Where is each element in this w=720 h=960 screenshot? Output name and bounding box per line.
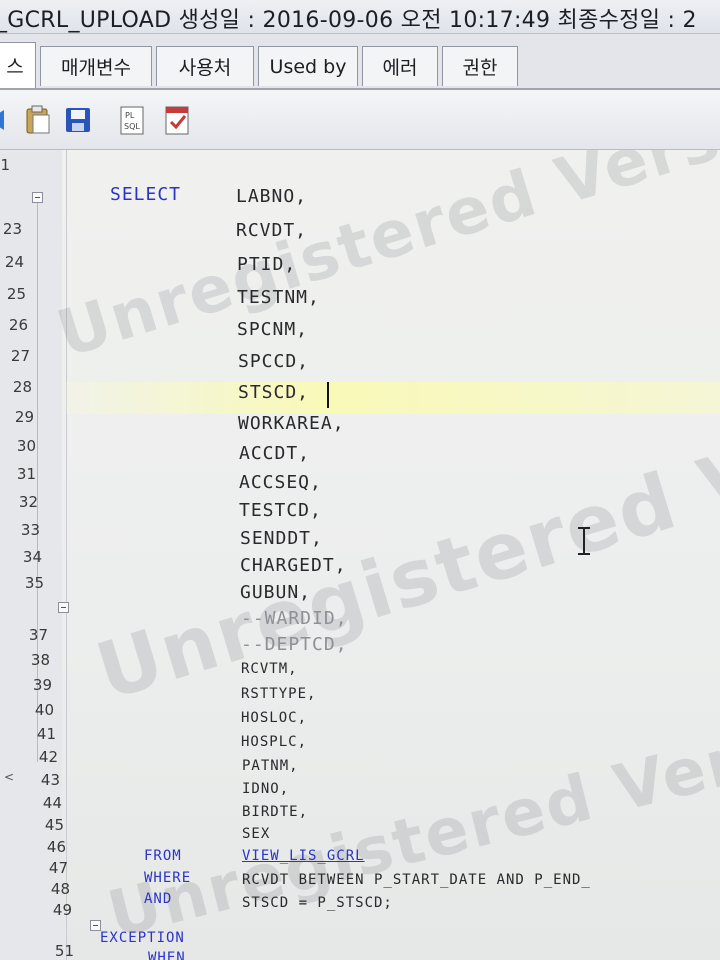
fold-toggle-icon[interactable] bbox=[58, 602, 69, 613]
code-line: VIEW_LIS_GCRL bbox=[242, 848, 365, 864]
text-caret bbox=[327, 382, 329, 408]
code-line: ACCSEQ, bbox=[239, 472, 322, 493]
comment-line: --WARDID, bbox=[241, 608, 348, 629]
tab-used-by[interactable]: Used by bbox=[258, 46, 358, 86]
line-number: 43 bbox=[40, 771, 60, 789]
code-line: SENDDT, bbox=[240, 528, 323, 549]
line-number: 44 bbox=[42, 794, 62, 812]
line-number: 32 bbox=[18, 493, 38, 511]
code-line: ACCDT, bbox=[239, 443, 311, 464]
svg-text:SQL: SQL bbox=[124, 122, 140, 131]
line-number: 23 bbox=[2, 220, 22, 238]
code-line: RSTTYPE, bbox=[241, 686, 317, 702]
window-title: _GCRL_UPLOAD 생성일 : 2016-09-06 오전 10:17:4… bbox=[0, 8, 697, 33]
code-line: PTID, bbox=[237, 254, 297, 275]
code-editor[interactable]: Unregistered Version Unregistered Versio… bbox=[0, 150, 720, 960]
code-line: TESTNM, bbox=[237, 287, 320, 308]
line-number: 24 bbox=[4, 253, 24, 271]
line-number: 37 bbox=[28, 626, 48, 644]
code-line: HOSLOC, bbox=[241, 710, 308, 726]
line-number: 41 bbox=[36, 725, 56, 743]
keyword-select: SELECT bbox=[110, 184, 182, 205]
code-line: TESTCD, bbox=[239, 500, 322, 521]
watermark: Unregistered Version bbox=[101, 686, 720, 953]
code-line: BIRDTE, bbox=[242, 804, 309, 820]
code-line: SPCCD, bbox=[238, 351, 310, 372]
fold-toggle-icon[interactable] bbox=[32, 192, 43, 203]
line-number: 29 bbox=[14, 408, 34, 426]
line-number: 31 bbox=[16, 465, 36, 483]
window-title-bar: _GCRL_UPLOAD 생성일 : 2016-09-06 오전 10:17:4… bbox=[0, 0, 720, 34]
line-number: 25 bbox=[6, 285, 26, 303]
line-number: 38 bbox=[30, 651, 50, 669]
line-number: 40 bbox=[34, 701, 54, 719]
line-number: 42 bbox=[38, 748, 58, 766]
keyword-where: WHERE bbox=[144, 870, 192, 886]
code-line: RCVDT BETWEEN P_START_DATE AND P_END_ bbox=[242, 872, 591, 888]
check-icon[interactable] bbox=[162, 104, 194, 136]
tab-errors[interactable]: 에러 bbox=[362, 46, 438, 86]
code-line: HOSPLC, bbox=[241, 734, 308, 750]
tab-privileges[interactable]: 권한 bbox=[442, 46, 518, 86]
line-number: 34 bbox=[22, 548, 42, 566]
keyword-when: WHEN bbox=[148, 950, 186, 960]
code-line: PATNM, bbox=[242, 758, 299, 774]
code-line: IDNO, bbox=[242, 781, 290, 797]
ibeam-cursor-icon bbox=[578, 527, 590, 555]
line-number: 33 bbox=[20, 521, 40, 539]
code-line: GUBUN, bbox=[240, 582, 312, 603]
line-number: 21 bbox=[0, 156, 10, 174]
gutter-divider bbox=[66, 150, 67, 960]
code-line: WORKAREA, bbox=[238, 413, 345, 434]
line-number: 35 bbox=[24, 574, 44, 592]
comment-line: --DEPTCD, bbox=[241, 634, 348, 655]
code-line: RCVDT, bbox=[236, 220, 308, 241]
code-line: STSCD, bbox=[238, 382, 310, 403]
keyword-exception: EXCEPTION bbox=[100, 930, 185, 946]
line-number: 30 bbox=[16, 437, 36, 455]
tab-parameters[interactable]: 매개변수 bbox=[40, 46, 152, 86]
line-number: 39 bbox=[32, 676, 52, 694]
line-number: 48 bbox=[50, 880, 70, 898]
tab-source[interactable]: 스 bbox=[0, 42, 36, 88]
code-line: STSCD = P_STSCD; bbox=[242, 895, 393, 911]
paste-icon[interactable] bbox=[22, 104, 54, 136]
arrow-icon[interactable] bbox=[0, 104, 14, 136]
code-line: RCVTM, bbox=[241, 661, 298, 677]
code-line: CHARGEDT, bbox=[240, 555, 347, 576]
plsql-icon[interactable]: PL SQL bbox=[117, 104, 149, 136]
line-number: 49 bbox=[52, 901, 72, 919]
svg-text:PL: PL bbox=[125, 111, 135, 120]
keyword-and: AND bbox=[144, 891, 173, 907]
line-number: 47 bbox=[48, 859, 68, 877]
line-number: 27 bbox=[10, 347, 30, 365]
current-line-highlight bbox=[66, 382, 720, 414]
code-line: LABNO, bbox=[236, 186, 308, 207]
code-line: SEX bbox=[242, 826, 271, 842]
object-tab-bar: 스 매개변수 사용처 Used by 에러 권한 bbox=[0, 34, 720, 90]
line-number: 45 bbox=[44, 816, 64, 834]
code-line: SPCNM, bbox=[237, 319, 309, 340]
line-number: 46 bbox=[46, 838, 66, 856]
scroll-left-icon[interactable]: < bbox=[4, 770, 14, 784]
editor-toolbar: PL SQL bbox=[0, 90, 720, 150]
line-number: 28 bbox=[12, 378, 32, 396]
tab-usage[interactable]: 사용처 bbox=[156, 46, 254, 86]
line-number: 51 bbox=[54, 942, 74, 960]
line-number: 26 bbox=[8, 316, 28, 334]
save-icon[interactable] bbox=[62, 104, 94, 136]
keyword-from: FROM bbox=[144, 848, 182, 864]
